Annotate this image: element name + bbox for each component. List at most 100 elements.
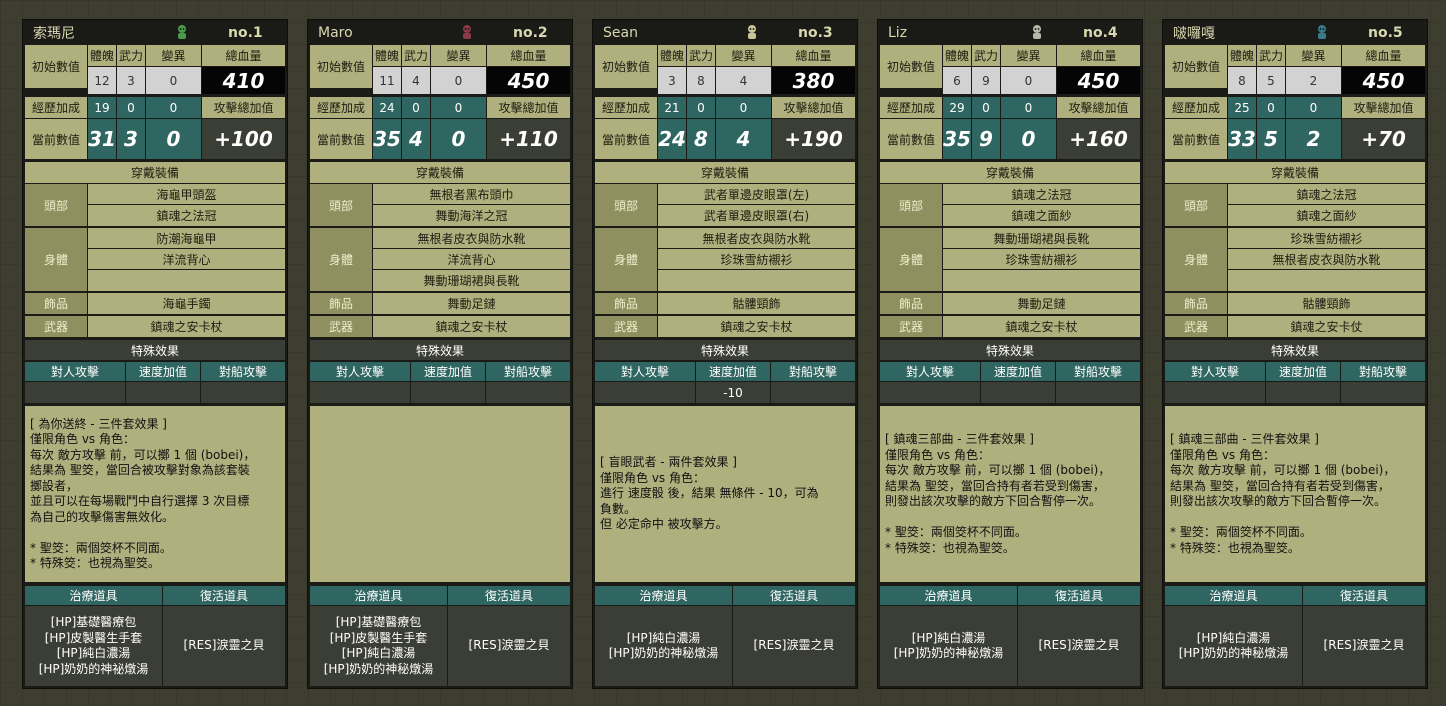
character-number: no.2 (513, 24, 548, 41)
atk-total-value: +110 (487, 119, 570, 159)
wuli-header: 武力 (117, 45, 145, 66)
body-label: 身體 (1165, 228, 1227, 291)
heal-items-header: 治療道具 (310, 586, 447, 605)
head-label: 頭部 (1165, 184, 1227, 226)
vs-person-header: 對人攻擊 (1165, 362, 1265, 381)
vs-person-value (1165, 382, 1265, 403)
vs-person-header: 對人攻擊 (880, 362, 980, 381)
exp-tizhi: 25 (1228, 97, 1256, 118)
vs-ship-value (1341, 382, 1425, 403)
initial-wuli: 5 (1257, 67, 1285, 94)
character-number: no.3 (798, 24, 833, 41)
body-item: 無根者皮衣與防水靴 (658, 228, 855, 248)
exp-bianyi: 0 (146, 97, 201, 118)
exp-bonus-label: 經歷加成 (1165, 97, 1227, 118)
head-item: 鎮魂之法冠 (1228, 184, 1425, 204)
current-bianyi: 0 (1001, 119, 1056, 159)
special-effects-title: 特殊效果 (310, 340, 570, 360)
equipment-title: 穿戴裝備 (1165, 162, 1425, 183)
current-tizhi: 35 (373, 119, 401, 159)
body-item: 珍珠雪紡襯衫 (1228, 228, 1425, 248)
vs-ship-header: 對船攻擊 (1056, 362, 1140, 381)
wuli-header: 武力 (972, 45, 1000, 66)
exp-bianyi: 0 (716, 97, 771, 118)
body-item: 防潮海龜甲 (88, 228, 285, 248)
atk-bonus-label: 攻擊總加值 (1057, 97, 1140, 118)
set-effect-text: [ 為你送終 - 三件套效果 ] 僅限角色 vs 角色： 每次 敵方攻擊 前，可… (30, 416, 256, 571)
vs-person-value (310, 382, 410, 403)
vs-person-header: 對人攻擊 (310, 362, 410, 381)
set-effect-text: [ 鎮魂三部曲 - 三件套效果 ] 僅限角色 vs 角色： 每次 敵方攻擊 前，… (885, 432, 1111, 555)
speed-bonus-header: 速度加值 (981, 362, 1055, 381)
vs-ship-header: 對船攻擊 (486, 362, 570, 381)
heal-items-list: [HP]純白濃湯 [HP]奶奶的神秘燉湯 (880, 606, 1017, 686)
hp-total-header: 總血量 (1057, 45, 1140, 66)
set-effect-description: [ 鎮魂三部曲 - 三件套效果 ] 僅限角色 vs 角色： 每次 敵方攻擊 前，… (880, 406, 1140, 582)
hp-total-value: 450 (487, 67, 570, 94)
set-effect-description: [ 為你送終 - 三件套效果 ] 僅限角色 vs 角色： 每次 敵方攻擊 前，可… (25, 406, 285, 582)
head-item: 武者單邊皮眼罩(左) (658, 184, 855, 204)
revive-items-list: [RES]淚靈之貝 (163, 606, 285, 686)
head-item: 鎮魂之面紗 (943, 205, 1140, 226)
body-item (1228, 270, 1425, 291)
current-wuli: 4 (402, 119, 430, 159)
atk-total-value: +160 (1057, 119, 1140, 159)
current-bianyi: 2 (1286, 119, 1341, 159)
vs-person-value (595, 382, 695, 403)
body-item (943, 270, 1140, 291)
current-values-label: 當前數值 (25, 119, 87, 159)
atk-total-value: +190 (772, 119, 855, 159)
initial-values-label: 初始數值 (595, 45, 657, 88)
heal-items-header: 治療道具 (1165, 586, 1302, 605)
head-label: 頭部 (595, 184, 657, 226)
speed-bonus-value: -10 (696, 382, 770, 403)
head-label: 頭部 (880, 184, 942, 226)
initial-tizhi: 11 (373, 67, 401, 94)
exp-wuli: 0 (117, 97, 145, 118)
wuli-header: 武力 (687, 45, 715, 66)
vs-person-header: 對人攻擊 (595, 362, 695, 381)
accessory-item: 舞動足鏈 (373, 293, 570, 314)
current-wuli: 5 (1257, 119, 1285, 159)
speed-bonus-header: 速度加值 (696, 362, 770, 381)
revive-items-list: [RES]淚靈之貝 (1303, 606, 1425, 686)
body-item: 無根者皮衣與防水靴 (373, 228, 570, 248)
set-effect-text: [ 盲眼武者 - 兩件套效果 ] 僅限角色 vs 角色： 進行 速度骰 後，結果… (600, 455, 819, 532)
accessory-item: 骷髏頸飾 (658, 293, 855, 314)
special-effects-title: 特殊效果 (1165, 340, 1425, 360)
heal-items-list: [HP]基礎醫療包 [HP]皮製醫生手套 [HP]純白濃湯 [HP]奶奶的神祕燉… (25, 606, 162, 686)
bianyi-header: 變異 (431, 45, 486, 66)
tizhi-header: 體魄 (88, 45, 116, 66)
tizhi-header: 體魄 (1228, 45, 1256, 66)
current-tizhi: 24 (658, 119, 686, 159)
head-label: 頭部 (310, 184, 372, 226)
body-label: 身體 (880, 228, 942, 291)
hp-total-header: 總血量 (202, 45, 285, 66)
character-name: Maro (318, 24, 353, 41)
speed-bonus-header: 速度加值 (1266, 362, 1340, 381)
head-item: 鎮魂之法冠 (88, 205, 285, 226)
hp-total-header: 總血量 (1342, 45, 1425, 66)
revive-items-header: 復活道具 (1303, 586, 1425, 605)
wuli-header: 武力 (402, 45, 430, 66)
exp-tizhi: 21 (658, 97, 686, 118)
equipment-title: 穿戴裝備 (595, 162, 855, 183)
weapon-item: 鎮魂之安卡杖 (373, 316, 570, 337)
tizhi-header: 體魄 (943, 45, 971, 66)
weapon-item: 鎮魂之安卡仗 (1228, 316, 1425, 337)
head-item: 海龜甲頭盔 (88, 184, 285, 204)
body-item (88, 270, 285, 291)
initial-tizhi: 12 (88, 67, 116, 94)
head-item: 舞動海洋之冠 (373, 205, 570, 226)
initial-tizhi: 3 (658, 67, 686, 94)
atk-bonus-label: 攻擊總加值 (1342, 97, 1425, 118)
speed-bonus-value (126, 382, 200, 403)
head-item: 武者單邊皮眼罩(右) (658, 205, 855, 226)
heal-items-header: 治療道具 (595, 586, 732, 605)
body-item (658, 270, 855, 291)
body-item: 洋流背心 (373, 249, 570, 269)
character-avatar-icon (1315, 24, 1329, 40)
revive-items-list: [RES]淚靈之貝 (733, 606, 855, 686)
revive-items-list: [RES]淚靈之貝 (448, 606, 570, 686)
atk-bonus-label: 攻擊總加值 (202, 97, 285, 118)
